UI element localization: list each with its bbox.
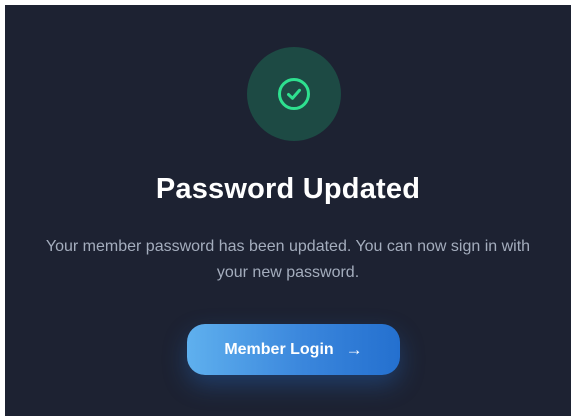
member-login-button[interactable]: Member Login →	[187, 324, 400, 375]
check-circle-icon	[278, 78, 310, 110]
status-message: Your member password has been updated. Y…	[45, 238, 531, 281]
page-title: Password Updated	[155, 173, 421, 205]
success-badge	[247, 47, 341, 141]
arrow-right-icon: →	[345, 340, 363, 359]
member-login-label: Member Login	[224, 340, 334, 358]
password-updated-card: Password Updated Your member password ha…	[5, 5, 571, 416]
